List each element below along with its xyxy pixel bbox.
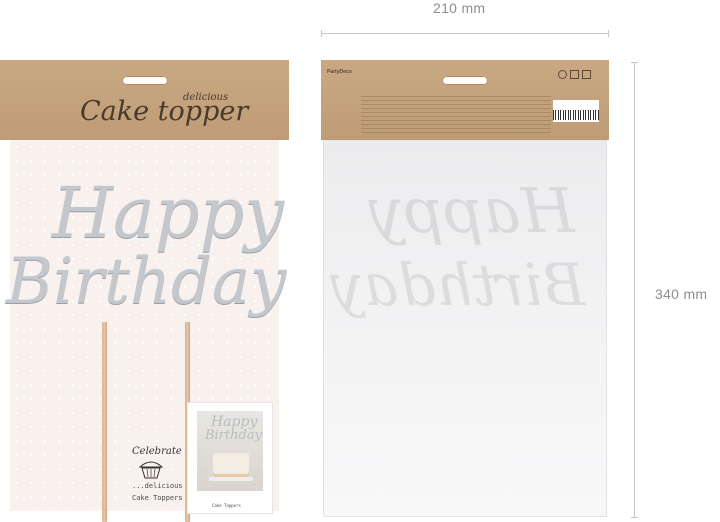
photo-word-happy: Happy <box>211 414 258 430</box>
back-fine-print <box>361 96 551 134</box>
height-dimension-line <box>634 62 635 518</box>
hang-hole <box>122 76 168 85</box>
badge-caption: Cake Toppers <box>132 494 183 502</box>
back-brand-logo: PartyDeco <box>327 69 352 75</box>
cupcake-icon <box>138 461 164 479</box>
badge-top-text: Celebrate <box>132 446 182 457</box>
front-kraft-header: Cake topper delicious <box>0 60 289 140</box>
ghost-word-happy: Happy <box>369 174 575 247</box>
height-tick-bottom <box>631 517 638 518</box>
width-tick-left <box>321 30 322 37</box>
front-package: Cake topper delicious Happy Birthday Cel… <box>0 60 289 522</box>
badge-bottom-text: ...delicious <box>132 482 183 490</box>
photo-word-birthday: Birthday <box>205 428 262 443</box>
photo-caption: Cake Toppers <box>212 503 241 508</box>
product-photo-card: Happy Birthday Cake Toppers <box>188 403 272 513</box>
topper-word-birthday: Birthday <box>6 245 287 319</box>
header-tagline: delicious <box>183 92 229 103</box>
ce-mark-icon <box>582 70 591 79</box>
height-tick-top <box>631 62 638 63</box>
topper-word-happy: Happy <box>52 172 284 254</box>
cupcake-badge: Celebrate ...delicious <box>122 446 183 496</box>
back-hang-hole <box>442 76 488 85</box>
barcode-label <box>553 100 599 122</box>
ghost-word-birthday: Birthday <box>331 251 586 319</box>
cake-image <box>213 453 249 477</box>
width-dimension-line <box>321 33 609 34</box>
back-package: PartyDeco Happy Birthday <box>321 60 609 519</box>
topper-stick-left <box>102 322 107 522</box>
height-dimension-label: 340 mm <box>655 284 708 304</box>
age-warning-icon <box>570 70 579 79</box>
product-photo: Happy Birthday <box>197 411 263 491</box>
width-dimension-label: 210 mm <box>433 0 486 16</box>
back-kraft-header: PartyDeco <box>321 60 609 140</box>
width-tick-right <box>608 30 609 37</box>
cake-stand <box>209 477 253 481</box>
recycle-icon <box>558 70 567 79</box>
